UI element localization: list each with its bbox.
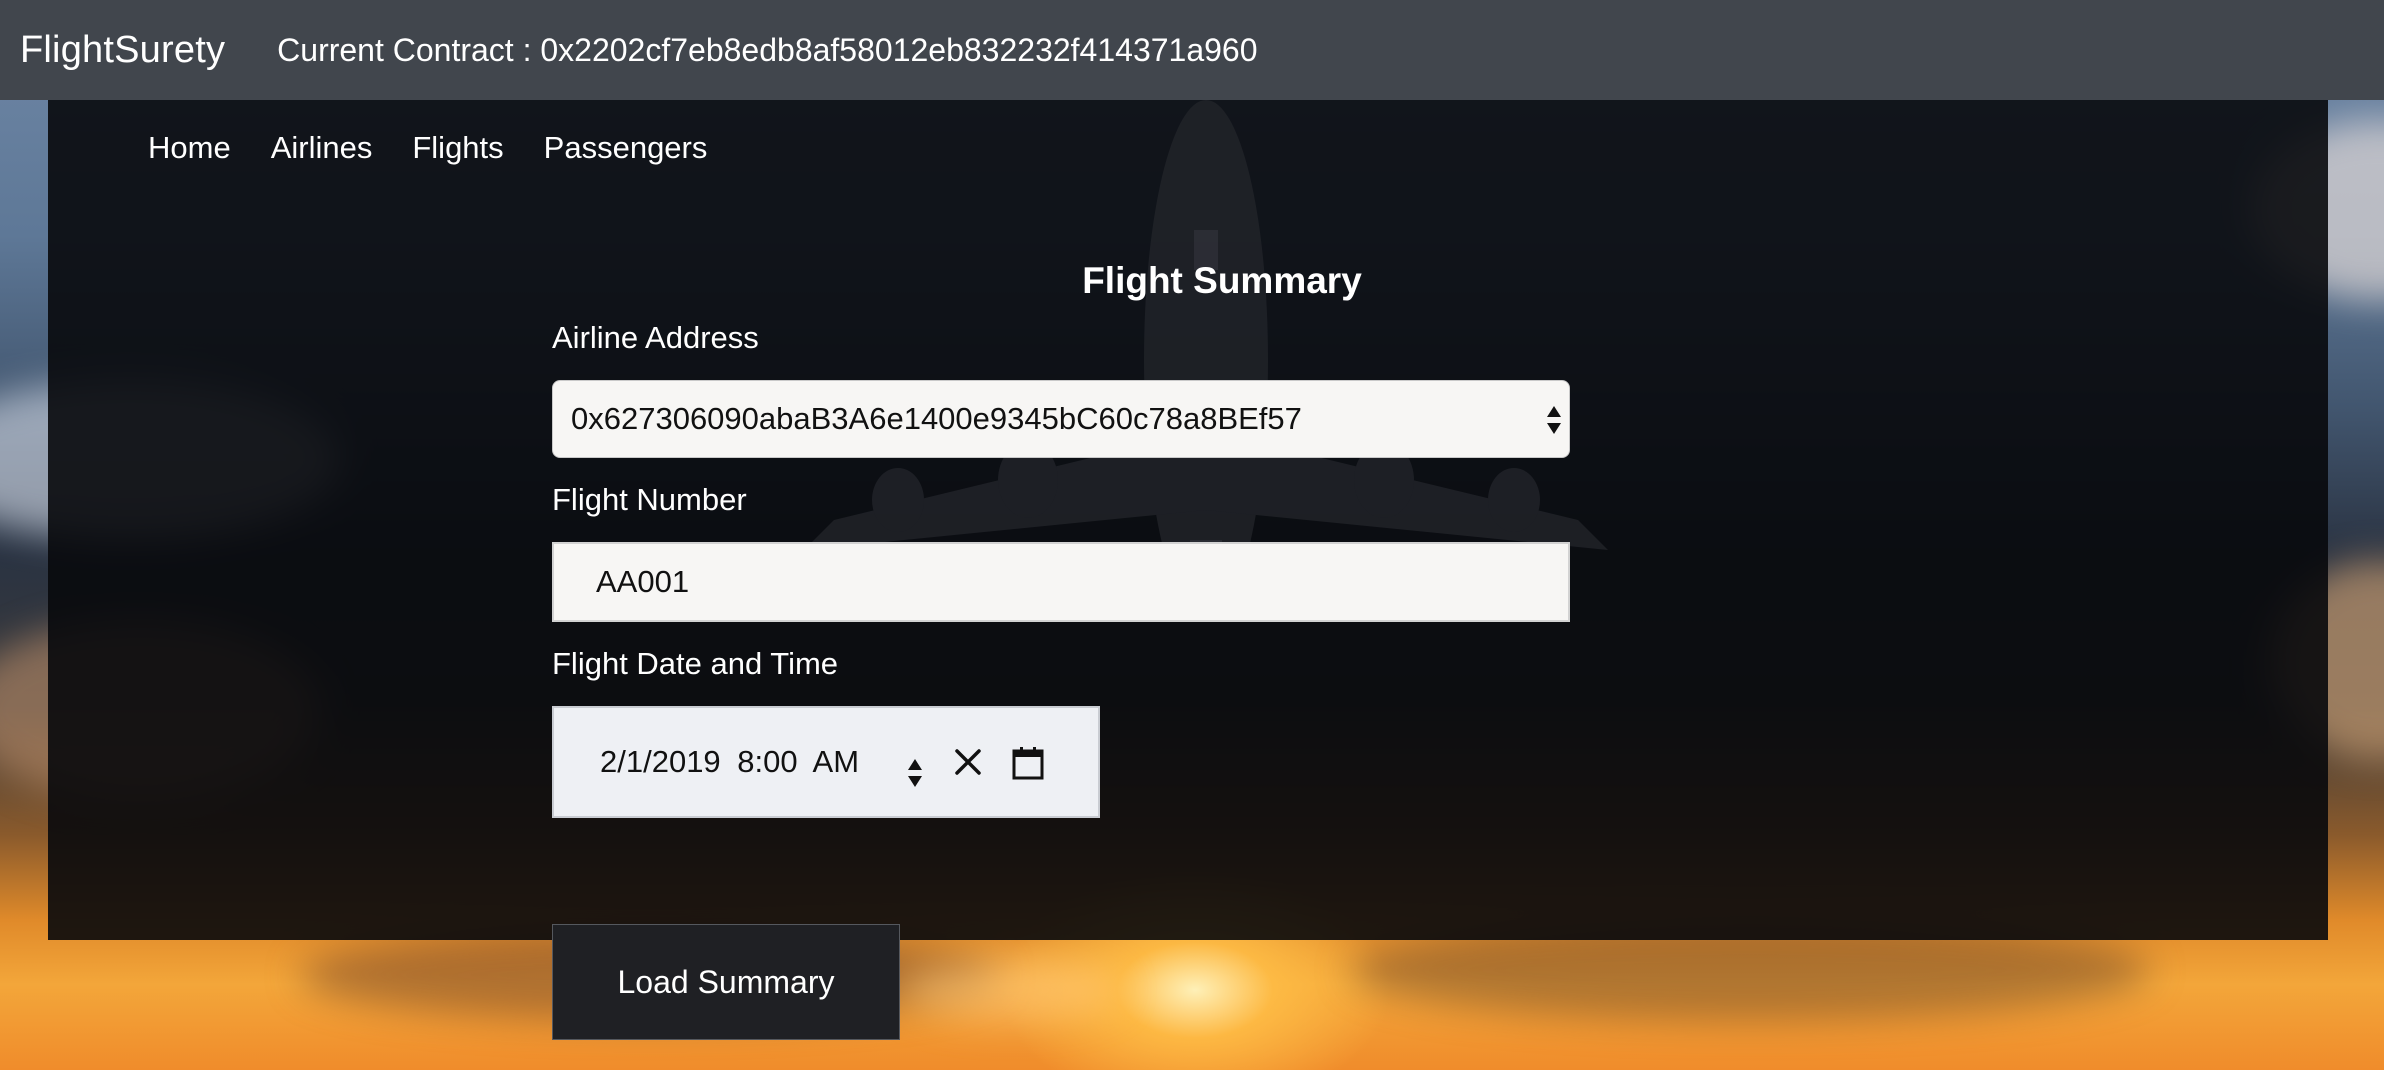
calendar-icon[interactable]: [1012, 746, 1044, 780]
top-navbar: FlightSurety Current Contract : 0x2202cf…: [0, 0, 2384, 100]
updown-arrows-icon: [1547, 406, 1561, 434]
datetime-value: 2/1/2019 8:00 AM: [600, 744, 860, 779]
spinner-arrows-icon[interactable]: [906, 756, 924, 790]
current-contract-text: Current Contract : 0x2202cf7eb8edb8af580…: [277, 31, 1258, 68]
nav-flights[interactable]: Flights: [412, 130, 503, 166]
flight-number-input[interactable]: [552, 542, 1570, 622]
airline-address-label: Airline Address: [552, 320, 759, 355]
section-nav: Home Airlines Flights Passengers: [148, 130, 707, 166]
flight-summary-form: Flight Summary Airline Address 0x6273060…: [552, 260, 1572, 818]
flight-datetime-label: Flight Date and Time: [552, 646, 839, 681]
main-panel: Home Airlines Flights Passengers Flight …: [48, 100, 2328, 940]
cloud: [900, 960, 1120, 1020]
airline-address-value: 0x627306090abaB3A6e1400e9345bC60c78a8BEf…: [571, 401, 1302, 436]
load-summary-button[interactable]: Load Summary: [552, 924, 900, 1040]
nav-home[interactable]: Home: [148, 130, 231, 166]
airline-address-select[interactable]: 0x627306090abaB3A6e1400e9345bC60c78a8BEf…: [552, 380, 1570, 458]
flight-number-label: Flight Number: [552, 482, 747, 517]
nav-airlines[interactable]: Airlines: [271, 130, 373, 166]
flight-datetime-input[interactable]: 2/1/2019 8:00 AM: [552, 706, 1100, 818]
brand-title[interactable]: FlightSurety: [20, 29, 225, 72]
nav-passengers[interactable]: Passengers: [544, 130, 708, 166]
close-icon[interactable]: [954, 748, 982, 776]
form-title: Flight Summary: [1082, 260, 1362, 301]
